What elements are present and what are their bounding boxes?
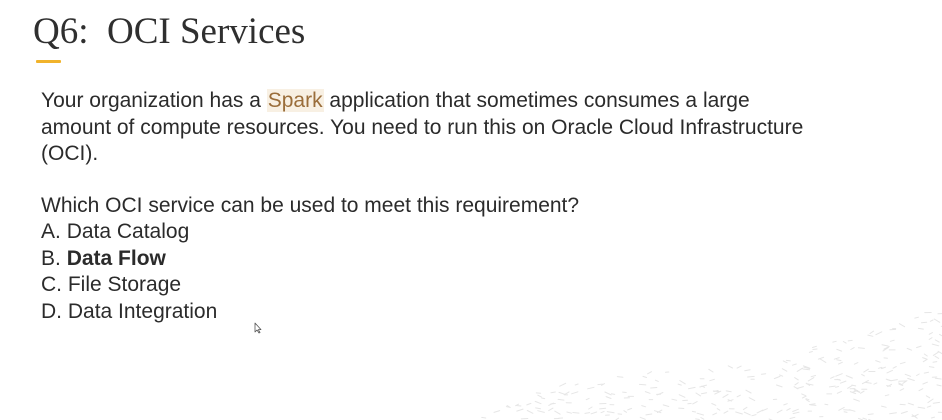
question-line-1-start: Your organization has a	[41, 89, 267, 112]
option-b[interactable]: B. Data Flow	[41, 246, 217, 273]
mouse-cursor-icon	[254, 322, 262, 334]
option-c-label: File Storage	[67, 273, 182, 296]
question-prompt: Which OCI service can be used to meet th…	[41, 194, 580, 217]
question-line-3: (OCI).	[41, 142, 99, 165]
highlighted-word: Spark	[266, 89, 324, 112]
option-d[interactable]: D. Data Integration	[41, 299, 217, 326]
title-accent-underline	[36, 60, 61, 63]
question-line-2: amount of compute resources. You need to…	[41, 115, 804, 139]
slide: Q6: OCI Services Your organization has a…	[0, 0, 942, 420]
question-text: Your organization has a Spark applicatio…	[41, 88, 881, 168]
option-a[interactable]: A. Data Catalog	[41, 219, 217, 246]
option-d-label: Data Integration	[67, 299, 218, 323]
option-a-prefix: A.	[41, 220, 67, 243]
question-line-1-end: application that sometimes consumes a la…	[323, 89, 750, 112]
option-b-label: Data Flow	[66, 246, 166, 270]
slide-title: Q6: OCI Services	[33, 11, 306, 52]
option-c-prefix: C.	[41, 273, 68, 296]
option-b-prefix: B.	[41, 246, 67, 270]
question-line-1: Your organization has a Spark applicatio…	[41, 88, 881, 115]
option-c[interactable]: C. File Storage	[41, 272, 217, 299]
option-d-prefix: D.	[41, 299, 68, 323]
option-a-label: Data Catalog	[66, 220, 190, 243]
decorative-background-pattern	[481, 312, 942, 420]
answer-options: A. Data Catalog B. Data Flow C. File Sto…	[41, 219, 217, 325]
